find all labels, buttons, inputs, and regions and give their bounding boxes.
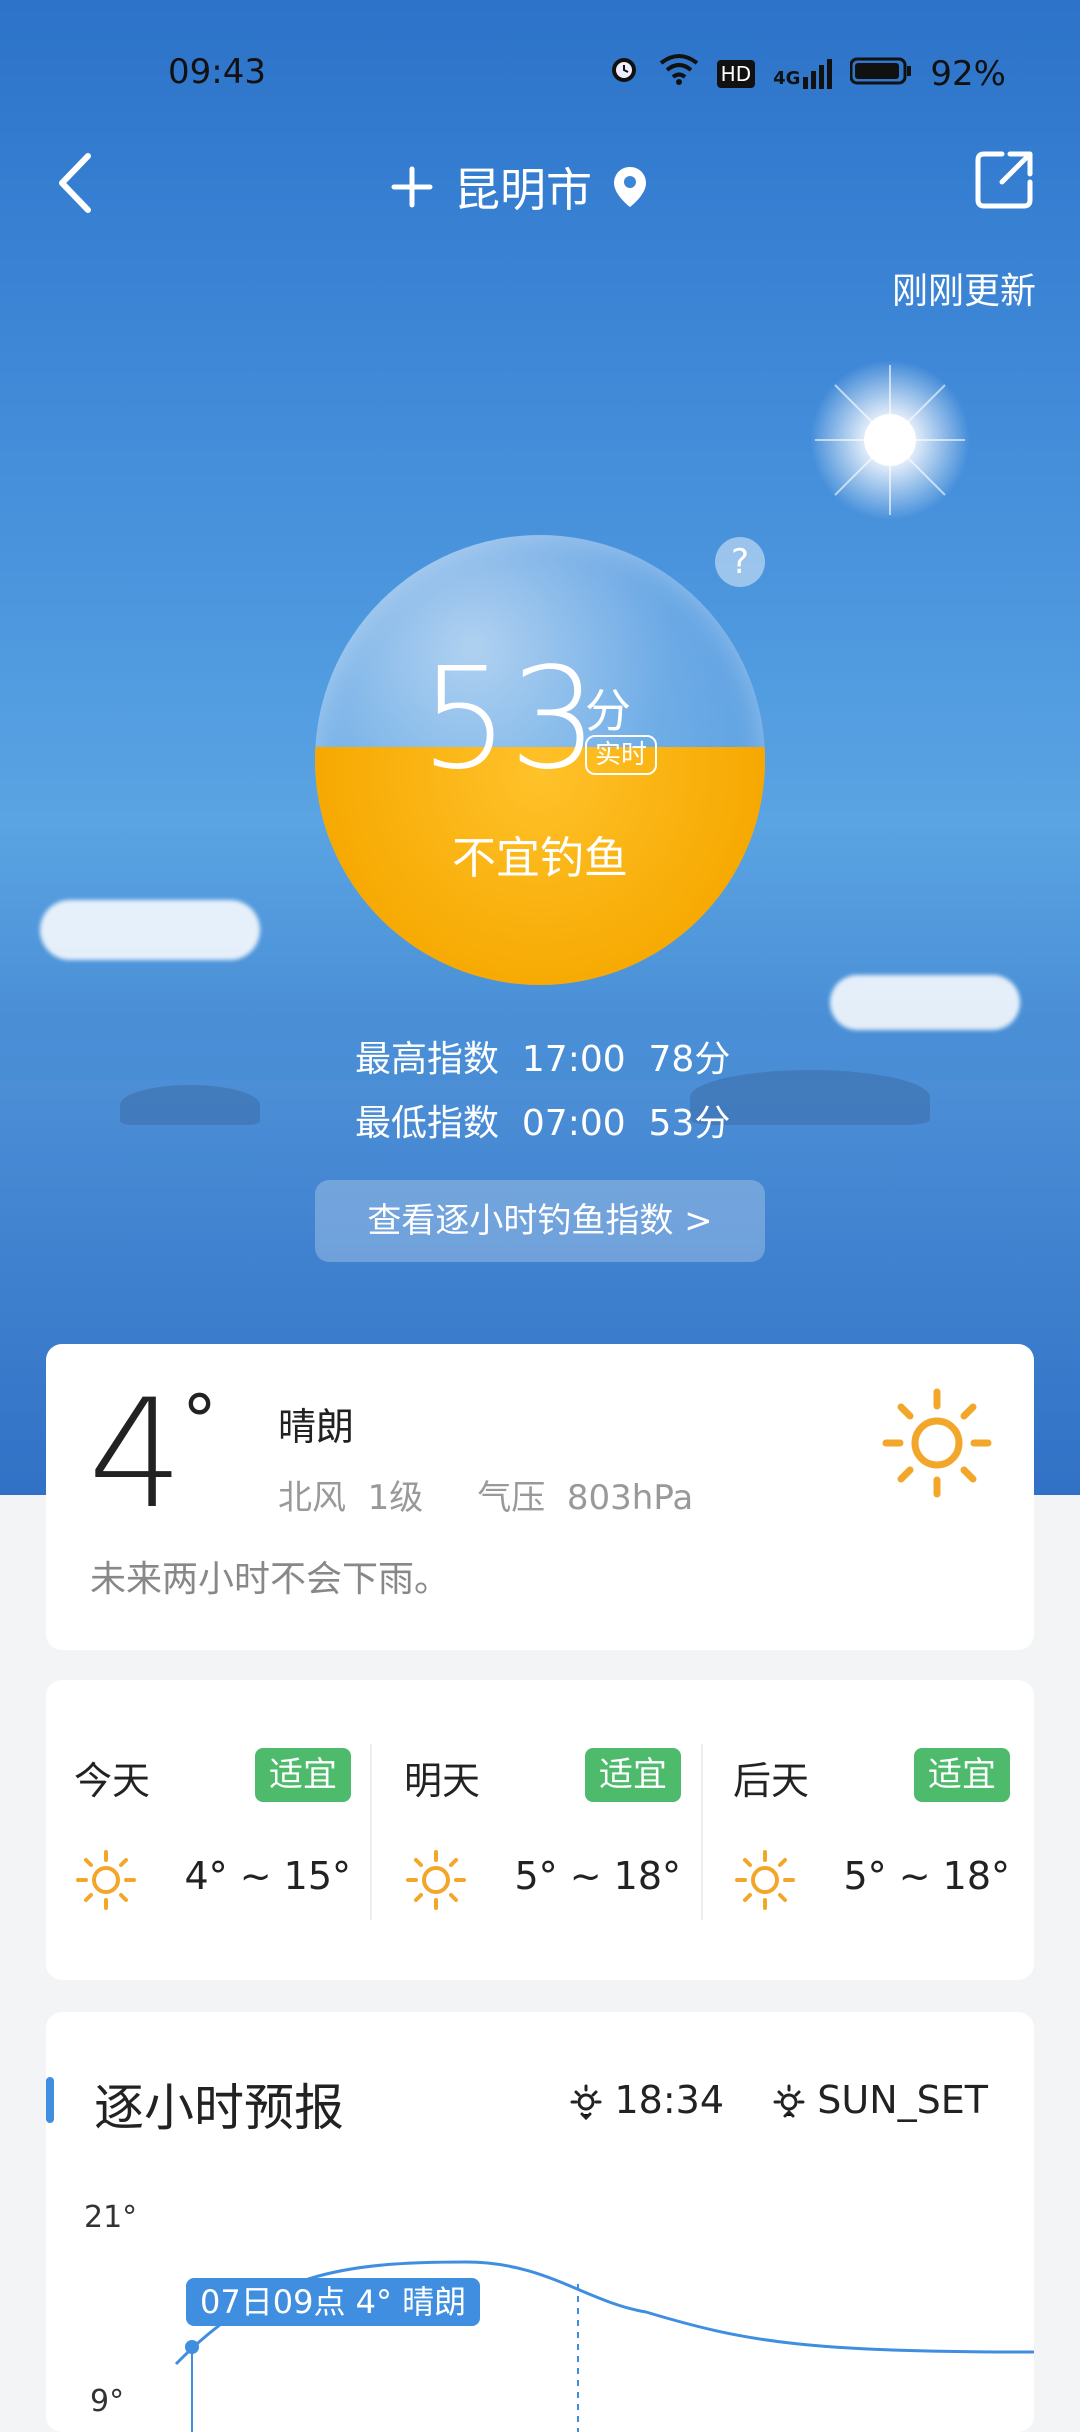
sun-icon — [735, 1850, 795, 1910]
hourly-forecast-card: 逐小时预报 18:34 SUN_SET 21° 9° 07日09点 4° 晴朗 — [46, 2012, 1034, 2432]
divider — [370, 1744, 372, 1920]
temperature-range: 5° ~ 18° — [514, 1854, 681, 1898]
sun-icon — [76, 1850, 136, 1910]
hd-icon: HD — [716, 59, 756, 88]
status-bar: 09:43 HD 4G 92% — [0, 48, 1080, 98]
city-name[interactable]: 昆明市 — [454, 154, 592, 220]
wifi-icon — [659, 53, 699, 94]
share-button[interactable] — [972, 148, 1036, 212]
suitability-badge: 适宜 — [585, 1748, 681, 1802]
location-pin-icon[interactable] — [612, 165, 648, 209]
forecast-day[interactable]: 今天 适宜 4° ~ 15° — [46, 1680, 375, 1980]
three-day-forecast-card: 今天 适宜 4° ~ 15° 明天 适宜 5° ~ 18° 后天 适宜 5° ~… — [46, 1680, 1034, 1980]
4g-signal-icon: 4G — [773, 58, 833, 89]
min-index: 最低指数 07:00 53分 — [355, 1103, 731, 1144]
divider — [701, 1744, 703, 1920]
chevron-left-icon — [59, 153, 91, 213]
score-unit: 分 — [585, 684, 631, 738]
current-condition: 晴朗 — [278, 1405, 355, 1449]
battery-icon — [849, 54, 912, 94]
fishing-verdict: 不宜钓鱼 — [452, 833, 628, 884]
temperature-range: 4° ~ 15° — [184, 1854, 351, 1898]
network-type: 4G — [773, 67, 801, 89]
hourly-index-button[interactable]: 查看逐小时钓鱼指数 > — [315, 1180, 765, 1262]
day-name: 今天 — [74, 1759, 151, 1803]
island-left — [120, 1085, 260, 1125]
selected-point[interactable] — [185, 2340, 199, 2354]
battery-percent: 92% — [930, 53, 1006, 94]
day-name: 明天 — [404, 1759, 481, 1803]
city-selector[interactable]: 昆明市 — [390, 154, 648, 220]
day-name: 后天 — [733, 1759, 810, 1803]
wind-pressure: 北风 1级 气压 803hPa — [278, 1478, 694, 1518]
suitability-badge: 适宜 — [914, 1748, 1010, 1802]
fishing-score: 53 — [420, 638, 599, 801]
alarm-icon — [607, 52, 641, 95]
back-button[interactable] — [50, 148, 110, 218]
temperature-curve — [174, 2260, 1034, 2432]
forecast-day[interactable]: 后天 适宜 5° ~ 18° — [705, 1680, 1034, 1980]
current-temperature: 4 — [88, 1368, 184, 1542]
sun-icon — [406, 1850, 466, 1910]
share-icon — [975, 151, 1033, 209]
cloud-left — [40, 900, 260, 960]
plus-icon[interactable] — [390, 165, 434, 209]
realtime-badge: 实时 — [585, 735, 658, 775]
help-button[interactable]: ? — [715, 537, 765, 587]
sun-glare-icon — [810, 360, 970, 520]
degree-symbol: ° — [182, 1380, 217, 1462]
cloud-right — [830, 975, 1020, 1030]
current-weather-card: 4 ° 晴朗 北风 1级 气压 803hPa 未来两小时不会下雨。 — [46, 1344, 1034, 1650]
suitability-badge: 适宜 — [255, 1748, 351, 1802]
top-bar: 昆明市 — [0, 140, 1080, 230]
status-time: 09:43 — [168, 52, 266, 92]
sun-icon — [882, 1388, 992, 1498]
temperature-range: 5° ~ 18° — [843, 1854, 1010, 1898]
rain-forecast: 未来两小时不会下雨。 — [90, 1559, 451, 1600]
max-index: 最高指数 17:00 78分 — [355, 1039, 731, 1080]
hourly-tooltip: 07日09点 4° 晴朗 — [186, 2278, 481, 2326]
forecast-day[interactable]: 明天 适宜 5° ~ 18° — [376, 1680, 705, 1980]
updated-label: 刚刚更新 — [891, 271, 1036, 312]
